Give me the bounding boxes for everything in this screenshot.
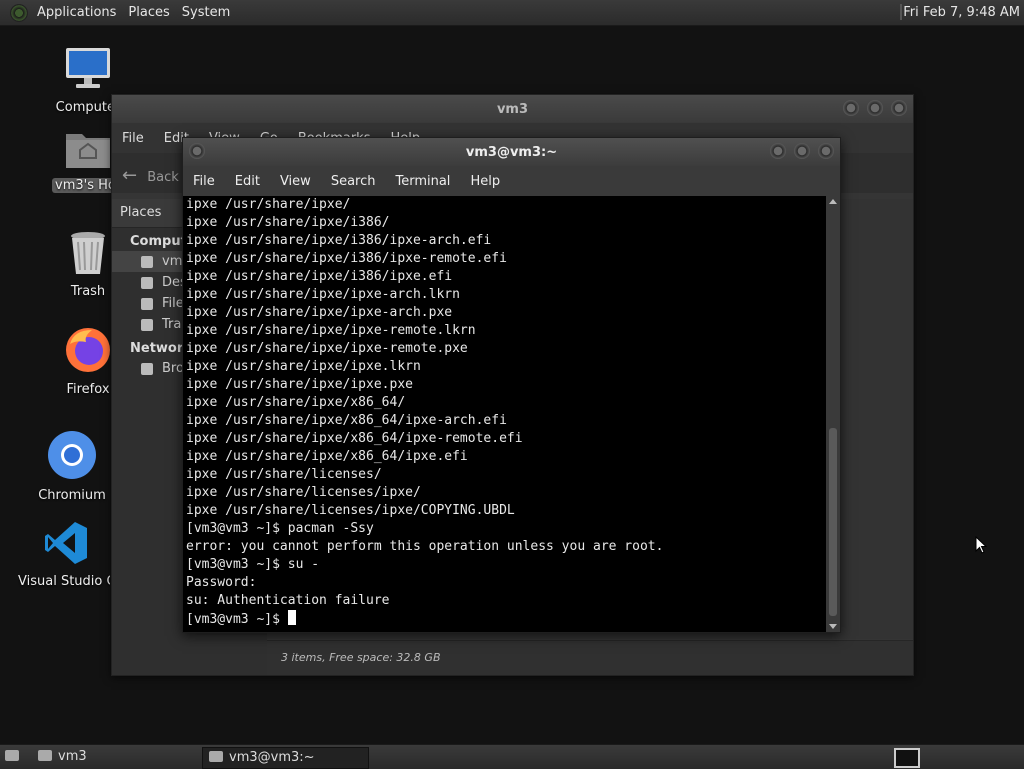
system-menu[interactable]: System: [176, 5, 236, 20]
terminal-line: ipxe /usr/share/ipxe/ipxe.pxe: [186, 377, 413, 392]
terminal-line: ipxe /usr/share/licenses/: [186, 467, 382, 482]
status-text: 3 items, Free space: 32.8 GB: [281, 651, 441, 664]
trash-icon: [141, 319, 153, 331]
close-button[interactable]: [891, 100, 907, 116]
maximize-button[interactable]: [794, 143, 810, 159]
terminal-line: ipxe /usr/share/licenses/ipxe/COPYING.UB…: [186, 503, 515, 518]
workspace-switcher[interactable]: [894, 748, 920, 768]
terminal-line: ipxe /usr/share/ipxe/ipxe-arch.pxe: [186, 305, 453, 320]
taskbar-item-file-manager[interactable]: vm3: [32, 747, 197, 767]
terminal-line: ipxe /usr/share/ipxe/x86_64/ipxe-remote.…: [186, 431, 523, 446]
terminal-prompt-line: [vm3@vm3 ~]$: [183, 610, 826, 628]
desktop-icon-chromium[interactable]: Chromium: [24, 430, 120, 503]
window-title: vm3: [496, 102, 529, 117]
terminal-scrollbar[interactable]: [826, 196, 840, 632]
vscode-icon: [45, 522, 87, 564]
taskbar-item-label: vm3@vm3:~: [229, 750, 315, 765]
distro-logo-icon[interactable]: [10, 3, 28, 22]
scroll-down-arrow-icon[interactable]: [829, 624, 837, 629]
terminal-line: ipxe /usr/share/ipxe/x86_64/: [186, 395, 406, 410]
drive-icon: [141, 298, 153, 310]
minimize-button[interactable]: [843, 100, 859, 116]
minimize-button[interactable]: [770, 143, 786, 159]
taskbar-item-label: vm3: [58, 749, 87, 764]
firefox-icon: [66, 328, 110, 372]
show-desktop-button[interactable]: [2, 747, 22, 767]
terminal-line: ipxe /usr/share/ipxe/i386/: [186, 215, 390, 230]
close-button[interactable]: [818, 143, 834, 159]
back-arrow-icon: ←: [122, 165, 138, 186]
clock[interactable]: Fri Feb 7, 9:48 AM: [903, 5, 1020, 20]
terminal-line: su: Authentication failure: [186, 593, 390, 608]
terminal-line: ipxe /usr/share/ipxe/: [186, 197, 351, 212]
terminal-window: vm3@vm3:~ File Edit View Search Terminal…: [182, 137, 841, 633]
show-desktop-icon: [5, 750, 19, 761]
terminal-prompt: [vm3@vm3 ~]$: [186, 612, 288, 627]
terminal-line: ipxe /usr/share/ipxe/i386/ipxe-remote.ef…: [186, 251, 507, 266]
terminal-line: ipxe /usr/share/ipxe/ipxe.lkrn: [186, 359, 421, 374]
terminal-menubar: File Edit View Search Terminal Help: [183, 166, 840, 196]
taskbar-item-terminal[interactable]: vm3@vm3:~: [202, 747, 369, 769]
terminal-line: [vm3@vm3 ~]$ su -: [186, 557, 320, 572]
desktop-folder-icon: [141, 277, 153, 289]
home-icon: [141, 256, 153, 268]
panel-separator: [900, 4, 902, 20]
terminal-screen[interactable]: ipxe /usr/share/ipxe/ ipxe /usr/share/ip…: [183, 196, 826, 632]
menu-search[interactable]: Search: [321, 174, 386, 189]
scrollbar-thumb[interactable]: [829, 428, 837, 616]
scroll-up-arrow-icon[interactable]: [829, 199, 837, 204]
menu-file[interactable]: File: [112, 131, 154, 146]
terminal-line: ipxe /usr/share/ipxe/x86_64/ipxe.efi: [186, 449, 468, 464]
terminal-icon: [209, 751, 223, 762]
terminal-line: ipxe /usr/share/ipxe/i386/ipxe-arch.efi: [186, 233, 492, 248]
desktop-icon-label: Chromium: [38, 488, 106, 503]
terminal-line: [vm3@vm3 ~]$ pacman -Ssy: [186, 521, 374, 536]
mouse-pointer-icon: [975, 536, 987, 554]
menu-file[interactable]: File: [183, 174, 225, 189]
terminal-line: ipxe /usr/share/ipxe/ipxe-remote.pxe: [186, 341, 468, 356]
terminal-line: ipxe /usr/share/ipxe/ipxe-arch.lkrn: [186, 287, 460, 302]
network-icon: [141, 363, 153, 375]
menu-edit[interactable]: Edit: [225, 174, 270, 189]
file-manager-titlebar[interactable]: vm3: [112, 95, 913, 123]
bottom-panel: vm3 vm3@vm3:~: [0, 744, 1024, 769]
window-title: vm3@vm3:~: [465, 145, 558, 160]
terminal-line: ipxe /usr/share/licenses/ipxe/: [186, 485, 421, 500]
terminal-line: error: you cannot perform this operation…: [186, 539, 664, 554]
back-label: Back: [147, 170, 179, 185]
terminal-line: Password:: [186, 575, 257, 590]
chromium-icon: [48, 431, 96, 479]
text-cursor: [287, 610, 296, 625]
terminal-line: ipxe /usr/share/ipxe/x86_64/ipxe-arch.ef…: [186, 413, 507, 428]
menu-terminal[interactable]: Terminal: [385, 174, 460, 189]
top-panel: Applications Places System Fri Feb 7, 9:…: [0, 0, 1024, 26]
computer-icon: [66, 48, 110, 88]
back-button[interactable]: ← Back: [122, 165, 179, 186]
terminal-line: ipxe /usr/share/ipxe/i386/ipxe.efi: [186, 269, 453, 284]
folder-icon: [38, 750, 52, 761]
file-manager-statusbar: 3 items, Free space: 32.8 GB: [267, 640, 913, 675]
terminal-titlebar[interactable]: vm3@vm3:~: [183, 138, 840, 166]
maximize-button[interactable]: [867, 100, 883, 116]
applications-menu[interactable]: Applications: [31, 5, 122, 20]
places-menu[interactable]: Places: [122, 5, 175, 20]
terminal-line: ipxe /usr/share/ipxe/ipxe-remote.lkrn: [186, 323, 476, 338]
trash-icon: [71, 232, 105, 274]
desktop-icon-vscode[interactable]: Visual Studio Code: [18, 520, 114, 589]
desktop-icon-label: Visual Studio Code: [18, 574, 110, 589]
menu-view[interactable]: View: [270, 174, 321, 189]
menu-help[interactable]: Help: [460, 174, 510, 189]
home-folder-icon: [66, 134, 110, 168]
